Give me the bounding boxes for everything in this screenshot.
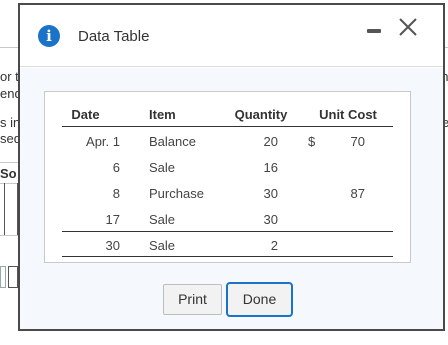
date-cell: 6 (112, 160, 120, 175)
close-button[interactable] (396, 15, 420, 39)
item-cell: Purchase (149, 186, 204, 201)
print-button[interactable]: Print (163, 284, 222, 315)
item-cell: Sale (149, 160, 176, 175)
minimize-button[interactable] (362, 19, 386, 43)
dialog-title: Data Table (78, 28, 150, 45)
dialog-header: i Data Table (20, 5, 443, 67)
unit-cost-cell: 70 (350, 134, 365, 149)
currency-symbol: $ (308, 134, 316, 149)
column-header-unit-cost: Unit Cost (319, 107, 377, 122)
date-cell: 17 (105, 212, 120, 227)
column-header-quantity: Quantity (234, 107, 288, 122)
row-rule (62, 231, 393, 232)
data-table-dialog: i Data Table Date Item Quantity Unit Cos… (18, 3, 445, 331)
header-rule (62, 126, 393, 127)
close-icon (399, 18, 417, 36)
unit-cost-cell: 87 (350, 186, 365, 201)
column-header-date: Date (71, 107, 100, 122)
quantity-cell: 16 (263, 160, 278, 175)
item-cell: Balance (149, 134, 196, 149)
background-cell (4, 183, 18, 235)
background-divider (0, 162, 18, 163)
quantity-cell: 2 (270, 238, 278, 253)
quantity-cell: 30 (263, 186, 278, 201)
table-bottom-rule (62, 256, 393, 257)
minimize-icon (367, 29, 381, 33)
quantity-cell: 20 (263, 134, 278, 149)
item-cell: Sale (149, 238, 176, 253)
quantity-cell: 30 (263, 212, 278, 227)
background-text: So (0, 166, 17, 181)
background-text: s in (0, 115, 18, 130)
date-cell: Apr. 1 (86, 134, 120, 149)
background-input (8, 266, 18, 288)
background-text: sed (0, 131, 18, 146)
item-cell: Sale (149, 212, 176, 227)
background-input (0, 266, 6, 288)
date-cell: 8 (112, 186, 120, 201)
done-button[interactable]: Done (226, 282, 293, 317)
background-text: end (0, 86, 18, 101)
background-divider (0, 235, 18, 236)
background-text: or th (0, 69, 18, 84)
date-cell: 30 (105, 238, 120, 253)
column-header-item: Item (149, 107, 176, 122)
data-table: Date Item Quantity Unit Cost Apr. 1 Bala… (44, 91, 411, 263)
info-icon: i (38, 25, 60, 47)
dialog-body: Date Item Quantity Unit Cost Apr. 1 Bala… (20, 68, 443, 329)
